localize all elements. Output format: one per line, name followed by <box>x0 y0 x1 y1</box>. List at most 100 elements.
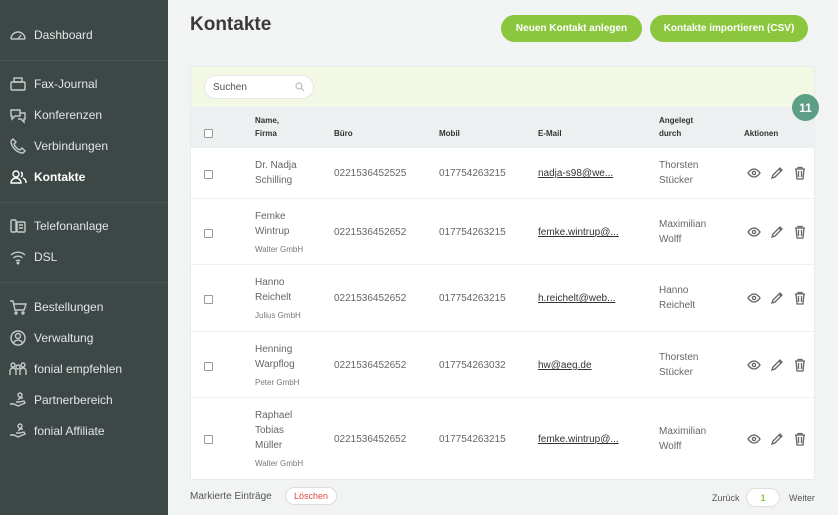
search-input[interactable]: Suchen <box>204 75 314 99</box>
sidebar-item-fax-journal[interactable]: Fax-Journal <box>8 73 97 95</box>
mobile-phone: 017754263215 <box>439 168 506 179</box>
row-checkbox[interactable] <box>204 362 213 371</box>
row-actions <box>747 166 807 180</box>
delete-icon[interactable] <box>793 358 807 372</box>
column-header-name: Name, Firma <box>255 116 280 138</box>
email-link[interactable]: nadja-s98@we... <box>538 166 613 181</box>
user-admin-icon <box>8 329 27 348</box>
contact-name: Raphael Tobias Müller Walter GmbH <box>255 408 303 471</box>
contact-name: Hanno Reichelt Julius GmbH <box>255 275 301 323</box>
mobile-phone: 017754263215 <box>439 293 506 304</box>
edit-icon[interactable] <box>770 291 784 305</box>
sidebar-item-label: Dashboard <box>34 28 93 42</box>
sidebar-item-bestellungen[interactable]: Bestellungen <box>8 296 103 318</box>
sidebar-item-verwaltung[interactable]: Verwaltung <box>8 327 93 349</box>
delete-icon[interactable] <box>793 432 807 446</box>
view-icon[interactable] <box>747 432 761 446</box>
office-phone: 0221536452652 <box>334 434 407 445</box>
page-title: Kontakte <box>190 14 272 35</box>
marked-entries-label: Markierte Einträge <box>190 491 272 502</box>
email-link[interactable]: hw@aeg.de <box>538 358 592 373</box>
contact-name: Henning Warpflog Peter GmbH <box>255 342 299 390</box>
mobile-phone: 017754263215 <box>439 434 506 445</box>
delete-icon[interactable] <box>793 291 807 305</box>
row-checkbox[interactable] <box>204 295 213 304</box>
row-checkbox[interactable] <box>204 229 213 238</box>
row-actions <box>747 432 807 446</box>
column-header-email: E-Mail <box>538 129 562 138</box>
table-row: Femke Wintrup Walter GmbH 0221536452652 … <box>191 199 814 265</box>
sidebar-item-label: DSL <box>34 250 58 264</box>
mobile-phone: 017754263215 <box>439 227 506 238</box>
sidebar-item-dsl[interactable]: DSL <box>8 246 57 268</box>
conference-icon <box>8 106 27 125</box>
mobile-phone: 017754263032 <box>439 360 506 371</box>
row-actions <box>747 291 807 305</box>
cart-icon <box>8 298 27 317</box>
row-checkbox[interactable] <box>204 170 213 179</box>
sidebar-item-fonial-affiliate[interactable]: fonial Affiliate <box>8 420 105 442</box>
delete-selected-button[interactable]: Löschen <box>285 487 337 505</box>
edit-icon[interactable] <box>770 225 784 239</box>
email-link[interactable]: h.reichelt@web... <box>538 291 615 306</box>
sidebar-item-label: Bestellungen <box>34 300 104 314</box>
new-contact-button[interactable]: Neuen Kontakt anlegen <box>501 15 642 42</box>
sidebar-item-dashboard[interactable]: Dashboard <box>8 24 93 46</box>
row-actions <box>747 358 807 372</box>
view-icon[interactable] <box>747 358 761 372</box>
search-bar: Suchen <box>191 67 814 107</box>
sidebar-item-label: fonial Affiliate <box>34 424 105 438</box>
pagination-prev[interactable]: Zurück <box>712 493 740 503</box>
column-header-mobile: Mobil <box>439 129 460 138</box>
select-all-checkbox[interactable] <box>204 129 213 138</box>
delete-icon[interactable] <box>793 225 807 239</box>
sidebar: Dashboard Fax-Journal Konferenzen Verbin… <box>0 0 168 515</box>
sidebar-item-konferenzen[interactable]: Konferenzen <box>8 104 102 126</box>
contacts-icon <box>8 168 27 187</box>
sidebar-item-verbindungen[interactable]: Verbindungen <box>8 135 108 157</box>
created-by: Maximilian Wolff <box>659 219 707 245</box>
delete-icon[interactable] <box>793 166 807 180</box>
view-icon[interactable] <box>747 225 761 239</box>
view-icon[interactable] <box>747 166 761 180</box>
column-header-created-by: Angelegt durch <box>659 116 694 138</box>
sidebar-item-fonial-empfehlen[interactable]: fonial empfehlen <box>8 358 122 380</box>
sidebar-item-kontakte[interactable]: Kontakte <box>8 166 85 188</box>
search-placeholder: Suchen <box>213 81 247 93</box>
table-row: Henning Warpflog Peter GmbH 022153645265… <box>191 332 814 398</box>
sidebar-item-label: Partnerbereich <box>34 393 113 407</box>
email-link[interactable]: femke.wintrup@... <box>538 432 619 447</box>
email-link[interactable]: femke.wintrup@... <box>538 225 619 240</box>
column-header-actions: Aktionen <box>744 129 779 138</box>
sidebar-item-label: fonial empfehlen <box>34 362 123 376</box>
view-icon[interactable] <box>747 291 761 305</box>
sidebar-item-telefonanlage[interactable]: Telefonanlage <box>8 215 109 237</box>
row-actions <box>747 225 807 239</box>
edit-icon[interactable] <box>770 432 784 446</box>
edit-icon[interactable] <box>770 166 784 180</box>
dashboard-icon <box>8 26 27 45</box>
wifi-icon <box>8 248 27 267</box>
sidebar-item-partnerbereich[interactable]: Partnerbereich <box>8 389 113 411</box>
edit-icon[interactable] <box>770 358 784 372</box>
office-phone: 0221536452652 <box>334 227 407 238</box>
phone-icon <box>8 137 27 156</box>
partner-icon <box>8 391 27 410</box>
contact-name: Dr. Nadja Schilling <box>255 160 297 186</box>
import-contacts-button[interactable]: Kontakte importieren (CSV) <box>650 15 808 42</box>
company-name: Peter GmbH <box>255 378 300 387</box>
office-phone: 0221536452652 <box>334 360 407 371</box>
phone-system-icon <box>8 217 27 236</box>
fax-icon <box>8 75 27 94</box>
sidebar-item-label: Verbindungen <box>34 139 109 153</box>
contact-name: Femke Wintrup Walter GmbH <box>255 209 303 257</box>
column-header-office: Büro <box>334 129 353 138</box>
sidebar-divider <box>0 282 168 283</box>
recommend-icon <box>8 360 27 379</box>
company-name: Walter GmbH <box>255 459 304 468</box>
pagination-next[interactable]: Weiter <box>789 493 815 503</box>
row-checkbox[interactable] <box>204 435 213 444</box>
created-by: Thorsten Stücker <box>659 352 699 378</box>
created-by: Maximilian Wolff <box>659 426 707 452</box>
pagination-page-input[interactable]: 1 <box>746 488 780 507</box>
